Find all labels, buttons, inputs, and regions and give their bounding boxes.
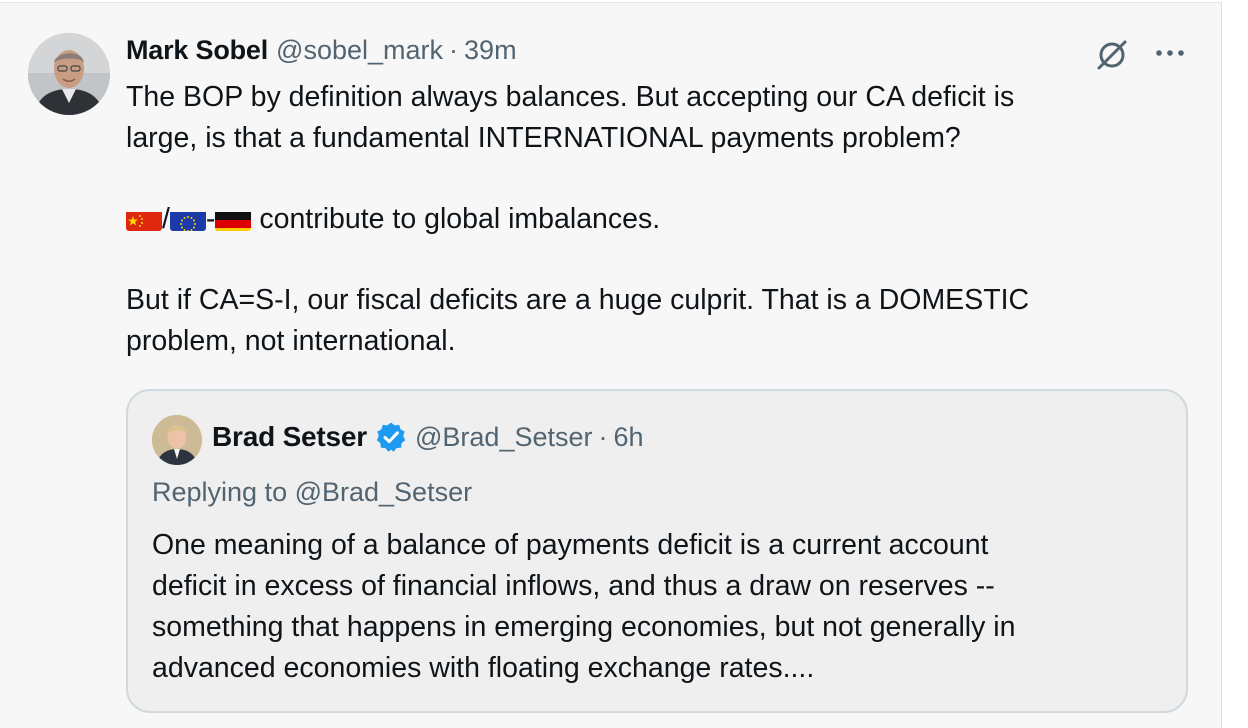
tweet-text: The BOP by definition always balances. B… [126,77,1186,362]
quoted-tweet-header: Brad Setser @Brad_Setser · 6h [212,421,644,453]
verified-badge-icon [376,422,406,452]
header-separator: · [449,35,459,65]
quoted-text-line: One meaning of a balance of payments def… [152,529,989,561]
replying-to-label: Replying to @Brad_Setser [152,477,473,507]
tweet-text-line: The BOP by definition always balances. B… [126,81,1015,113]
tweet-text-line: large, is that a fundamental INTERNATION… [126,122,961,154]
quoted-text-line: deficit in excess of financial inflows, … [152,570,995,602]
quoted-header-separator: · [598,421,608,452]
tweet-time[interactable]: 39m [464,35,517,66]
tweet-header: Mark Sobel @sobel_mark · 39m [126,35,517,69]
author-handle[interactable]: @sobel_mark [276,35,443,66]
tweet-flags-line: / - contribute to global imbalances. [126,199,1186,240]
quoted-text-line: something that happens in emerging econo… [152,611,1016,643]
germany-flag-icon [215,207,252,231]
quoted-author-avatar[interactable] [152,415,202,465]
tweet-text-fragment: contribute to global imbalances. [251,203,661,235]
flag-dash: - [205,203,216,235]
eu-flag-icon [169,207,206,231]
flag-slash: / [162,203,170,235]
tweet-text-line: problem, not international. [126,325,456,357]
tweet-card[interactable]: Mark Sobel @sobel_mark · 39m The BOP by … [0,2,1222,728]
page-margin [1222,0,1248,728]
author-avatar[interactable] [28,33,110,115]
quoted-tweet[interactable]: Brad Setser @Brad_Setser · 6h Replying t… [126,389,1188,713]
quoted-text-line: advanced economies with floating exchang… [152,652,815,684]
china-flag-icon [126,207,162,231]
slashed-circle-icon[interactable] [1094,37,1130,73]
quoted-tweet-text: One meaning of a balance of payments def… [152,525,1152,689]
tweet-text-line: But if CA=S-I, our fiscal deficits are a… [126,284,1030,316]
quoted-author-handle[interactable]: @Brad_Setser [415,422,593,453]
author-name[interactable]: Mark Sobel [126,35,268,66]
more-dots-icon[interactable] [1150,41,1190,65]
quoted-author-name[interactable]: Brad Setser [212,421,367,453]
quoted-tweet-time[interactable]: 6h [614,422,644,453]
